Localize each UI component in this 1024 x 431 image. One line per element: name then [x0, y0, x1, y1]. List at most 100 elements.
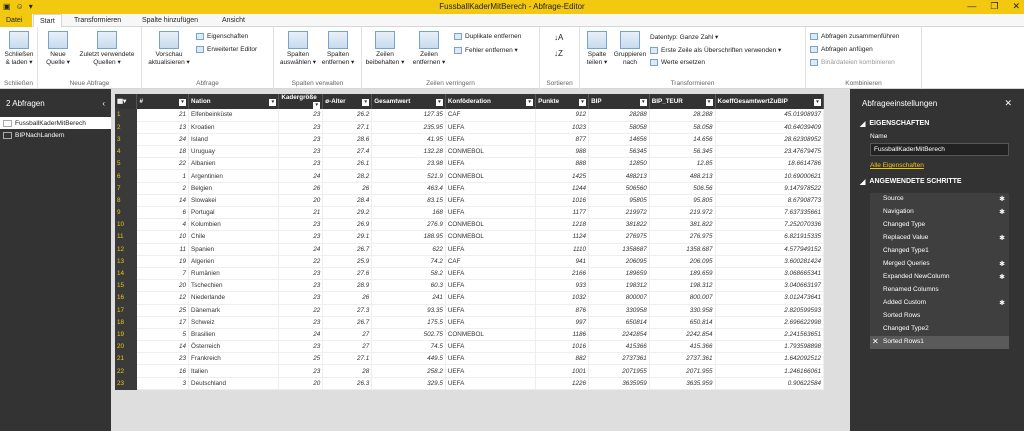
- table-cell[interactable]: 330.958: [649, 304, 716, 317]
- table-cell[interactable]: 206.095: [649, 255, 716, 268]
- table-cell[interactable]: 25: [278, 352, 324, 366]
- table-cell[interactable]: 3.040663197: [715, 279, 825, 293]
- table-cell[interactable]: Chile: [188, 230, 280, 244]
- row-number[interactable]: 15: [115, 279, 138, 293]
- row-number[interactable]: 22: [115, 364, 138, 378]
- applied-step[interactable]: Changed Type: [870, 219, 1009, 232]
- row-number[interactable]: 14: [115, 267, 138, 281]
- table-cell[interactable]: 0.90622584: [715, 377, 825, 390]
- row-number[interactable]: 13: [115, 255, 138, 268]
- table-row[interactable]: 3 24 Island 23 28.6 41.95 UEFA 877 14656 14.656 28…: [115, 133, 825, 147]
- table-cell[interactable]: 23: [278, 340, 324, 354]
- table-cell[interactable]: 95805: [588, 194, 650, 208]
- table-cell[interactable]: 28.4: [322, 194, 373, 208]
- close-button[interactable]: ✕: [1012, 1, 1020, 12]
- table-cell[interactable]: 74.2: [371, 255, 446, 268]
- table-row[interactable]: 16 12 Niederlande 23 26 241 UEFA 1032 800007 800.…: [115, 291, 825, 305]
- table-cell[interactable]: 1186: [535, 328, 590, 342]
- applied-step[interactable]: Sorted Rows: [870, 310, 1009, 323]
- table-cell[interactable]: UEFA: [445, 182, 537, 195]
- split-column-button[interactable]: Spalte teilen ▾: [582, 31, 612, 67]
- row-number[interactable]: 3: [115, 133, 138, 147]
- table-cell[interactable]: 26.7: [322, 316, 373, 329]
- table-cell[interactable]: 488.213: [649, 169, 716, 183]
- row-number[interactable]: 8: [115, 194, 138, 208]
- table-cell[interactable]: 506.56: [649, 182, 716, 195]
- table-cell[interactable]: 198312: [588, 279, 650, 293]
- table-cell[interactable]: 882: [535, 352, 590, 366]
- table-cell[interactable]: 219.972: [649, 206, 716, 220]
- table-cell[interactable]: 258.2: [371, 364, 446, 378]
- table-cell[interactable]: 13: [136, 121, 190, 134]
- table-cell[interactable]: 18: [136, 145, 190, 159]
- table-cell[interactable]: 330958: [588, 304, 650, 317]
- table-cell[interactable]: 488213: [588, 169, 650, 183]
- table-cell[interactable]: 329.5: [371, 377, 446, 390]
- table-cell[interactable]: UEFA: [445, 121, 537, 134]
- table-cell[interactable]: 23.98: [371, 157, 446, 171]
- table-cell[interactable]: Italien: [188, 364, 280, 378]
- table-row[interactable]: 18 17 Schweiz 23 26.7 175.5 UEFA 997 650814 650.8…: [115, 316, 825, 329]
- table-cell[interactable]: 28: [322, 364, 373, 378]
- data-type-dropdown[interactable]: Datentyp: Ganze Zahl ▾: [650, 33, 718, 41]
- table-cell[interactable]: UEFA: [445, 304, 537, 317]
- row-number[interactable]: 16: [115, 291, 138, 305]
- table-cell[interactable]: 45.01908937: [715, 109, 825, 122]
- replace-values-button[interactable]: Werte ersetzen: [650, 59, 705, 66]
- table-cell[interactable]: 877: [535, 133, 590, 147]
- table-cell[interactable]: 650814: [588, 316, 650, 329]
- table-cell[interactable]: 1358687: [588, 243, 650, 256]
- table-cell[interactable]: 3.068665341: [715, 267, 825, 281]
- applied-step[interactable]: Changed Type2: [870, 323, 1009, 336]
- first-row-headers-button[interactable]: Erste Zeile als Überschriften verwenden …: [650, 46, 781, 54]
- table-cell[interactable]: 1: [136, 169, 190, 183]
- table-row[interactable]: 17 25 Dänemark 22 27.3 93.35 UEFA 876 330958 330.…: [115, 304, 825, 317]
- table-cell[interactable]: Kroatien: [188, 121, 280, 134]
- table-cell[interactable]: CONMEBOL: [445, 328, 537, 342]
- applied-step[interactable]: Source ✱: [870, 193, 1009, 206]
- table-cell[interactable]: 27.6: [322, 267, 373, 281]
- column-filter-icon[interactable]: ▾: [269, 98, 277, 106]
- table-cell[interactable]: 650.814: [649, 316, 716, 329]
- row-number[interactable]: 5: [115, 157, 138, 171]
- table-cell[interactable]: 988: [535, 145, 590, 159]
- table-row[interactable]: 14 7 Rumänien 23 27.6 58.2 UEFA 2166 189659 189.6…: [115, 267, 825, 281]
- table-cell[interactable]: 58058: [588, 121, 650, 134]
- table-cell[interactable]: Algerien: [188, 255, 280, 268]
- table-cell[interactable]: 1110: [535, 243, 590, 256]
- table-cell[interactable]: 241: [371, 291, 446, 305]
- table-row[interactable]: 11 10 Chile 23 29.1 188.95 CONMEBOL 1124 276975 2…: [115, 230, 825, 244]
- table-cell[interactable]: Dänemark: [188, 304, 280, 317]
- column-header[interactable]: Konföderation ▾: [445, 94, 537, 109]
- applied-step[interactable]: Replaced Value ✱: [870, 232, 1009, 245]
- table-cell[interactable]: 83.15: [371, 194, 446, 208]
- table-cell[interactable]: CAF: [445, 255, 537, 268]
- table-cell[interactable]: 941: [535, 255, 590, 268]
- table-cell[interactable]: Albanien: [188, 157, 280, 171]
- table-cell[interactable]: 22: [136, 157, 190, 171]
- applied-step[interactable]: Expanded NewColumn ✱: [870, 271, 1009, 284]
- table-cell[interactable]: 2071.955: [649, 364, 716, 378]
- table-cell[interactable]: 3635.959: [649, 377, 716, 390]
- table-cell[interactable]: Argentinien: [188, 169, 280, 183]
- table-cell[interactable]: 502.75: [371, 328, 446, 342]
- row-number[interactable]: 18: [115, 316, 138, 329]
- table-cell[interactable]: 7: [136, 267, 190, 281]
- tab-transformieren[interactable]: Transformieren: [68, 14, 127, 27]
- table-cell[interactable]: 40.64039409: [715, 121, 825, 134]
- table-cell[interactable]: 168: [371, 206, 446, 220]
- applied-step[interactable]: Merged Queries ✱: [870, 258, 1009, 271]
- table-cell[interactable]: 1.246166061: [715, 364, 825, 378]
- table-cell[interactable]: 219972: [588, 206, 650, 220]
- column-header[interactable]: # ▾: [136, 94, 190, 109]
- table-cell[interactable]: 4.577949152: [715, 243, 825, 256]
- table-cell[interactable]: 1218: [535, 218, 590, 232]
- table-cell[interactable]: Portugal: [188, 206, 280, 220]
- table-cell[interactable]: 2242.854: [649, 328, 716, 342]
- table-cell[interactable]: 25: [136, 304, 190, 317]
- table-row[interactable]: 2 13 Kroatien 23 27.1 235.95 UEFA 1023 58058 58.0…: [115, 121, 825, 134]
- table-cell[interactable]: Frankreich: [188, 352, 280, 366]
- column-filter-icon[interactable]: ▾: [705, 98, 713, 106]
- table-cell[interactable]: Belgien: [188, 182, 280, 195]
- table-cell[interactable]: 26.1: [322, 157, 373, 171]
